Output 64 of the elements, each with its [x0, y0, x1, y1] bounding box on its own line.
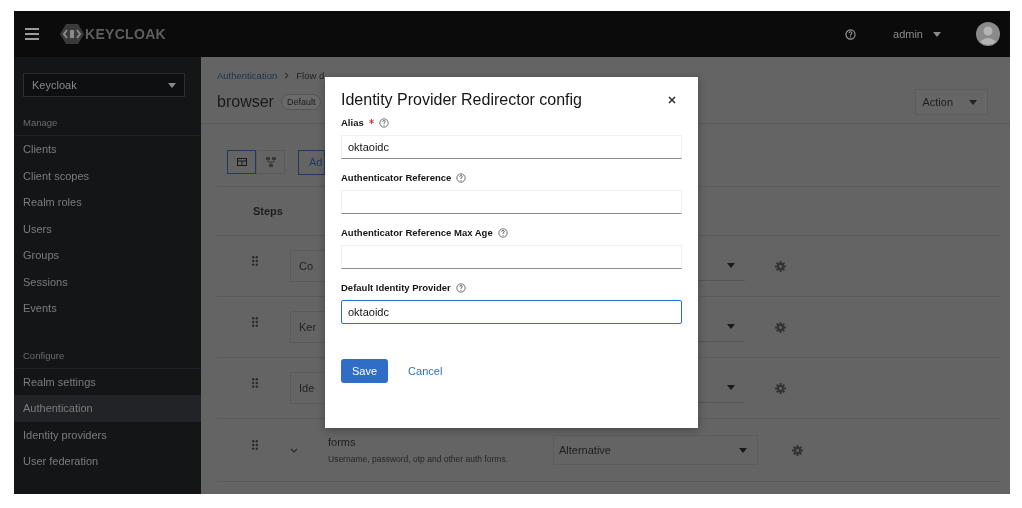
field-label: Authenticator Reference — [341, 172, 452, 183]
caret-icon — [727, 385, 735, 390]
text-field[interactable] — [341, 245, 682, 269]
logo-text: KEYCLOAK — [85, 26, 166, 42]
nav-item[interactable]: Realm settings — [14, 368, 201, 395]
nav-item[interactable]: Authentication — [14, 395, 201, 422]
nav-item[interactable]: Users — [14, 215, 201, 242]
default-label: Default — [280, 94, 322, 110]
avatar-icon[interactable] — [976, 22, 1000, 46]
column-header: Steps — [253, 205, 283, 217]
nav-item[interactable]: User federation — [14, 448, 201, 475]
text-field[interactable] — [341, 190, 682, 214]
settings-icon[interactable] — [775, 382, 786, 394]
page-title: browser — [217, 93, 274, 111]
step-name-field: Co — [290, 250, 324, 282]
drag-handle-icon[interactable] — [252, 440, 258, 450]
diagram-icon — [265, 157, 276, 167]
logo-icon — [60, 24, 84, 44]
drag-handle-icon[interactable] — [252, 256, 258, 266]
nav-item[interactable]: Client scopes — [14, 162, 201, 189]
text-field[interactable]: oktaoidc — [341, 135, 682, 159]
caret-icon — [739, 447, 747, 453]
nav-item[interactable]: Realm roles — [14, 189, 201, 216]
action-dropdown[interactable]: Action — [915, 89, 988, 115]
help-icon[interactable] — [497, 227, 508, 238]
dialog-title: Identity Provider Redirector config — [341, 91, 582, 109]
text-field[interactable]: oktaoidc — [341, 300, 682, 324]
table-view-toggle[interactable] — [227, 150, 256, 174]
settings-icon[interactable] — [792, 444, 803, 456]
drag-handle-icon[interactable] — [252, 317, 258, 327]
step-name-field: Ker — [290, 311, 324, 343]
diagram-view-toggle[interactable] — [256, 150, 285, 174]
help-icon[interactable] — [845, 28, 857, 40]
field-label: Default Identity Provider — [341, 282, 451, 293]
nav-item[interactable]: Sessions — [14, 268, 201, 295]
chevron-icon — [284, 72, 290, 79]
settings-icon[interactable] — [775, 321, 786, 333]
cancel-button[interactable]: Cancel — [396, 361, 455, 381]
requirement-dropdown[interactable]: Alternative — [553, 435, 758, 465]
field-label: Authenticator Reference Max Age — [341, 227, 493, 238]
save-button[interactable]: Save — [341, 359, 389, 383]
chevron-down-icon[interactable] — [290, 447, 298, 453]
table-icon — [236, 158, 247, 166]
help-icon[interactable] — [378, 117, 389, 128]
drag-handle-icon[interactable] — [252, 378, 258, 388]
caret-icon — [933, 31, 941, 37]
caret-icon — [727, 324, 735, 329]
nav-item[interactable]: Groups — [14, 242, 201, 269]
user-menu[interactable]: admin — [893, 28, 941, 40]
nav-item[interactable]: Events — [14, 295, 201, 322]
menu-icon[interactable] — [25, 28, 39, 40]
settings-icon[interactable] — [775, 260, 786, 272]
caret-icon — [969, 99, 977, 105]
close-icon[interactable] — [668, 96, 676, 104]
step-name-field: Ide — [290, 372, 324, 404]
nav-item[interactable]: Clients — [14, 136, 201, 163]
field-label: Alias — [341, 117, 364, 128]
caret-icon — [727, 263, 735, 268]
flow-name: forms — [328, 436, 357, 448]
help-icon[interactable] — [456, 172, 467, 183]
realm-selector[interactable]: Keycloak — [23, 73, 185, 97]
nav-item[interactable]: Identity providers — [14, 421, 201, 448]
help-icon[interactable] — [455, 282, 466, 293]
caret-icon — [168, 82, 176, 88]
